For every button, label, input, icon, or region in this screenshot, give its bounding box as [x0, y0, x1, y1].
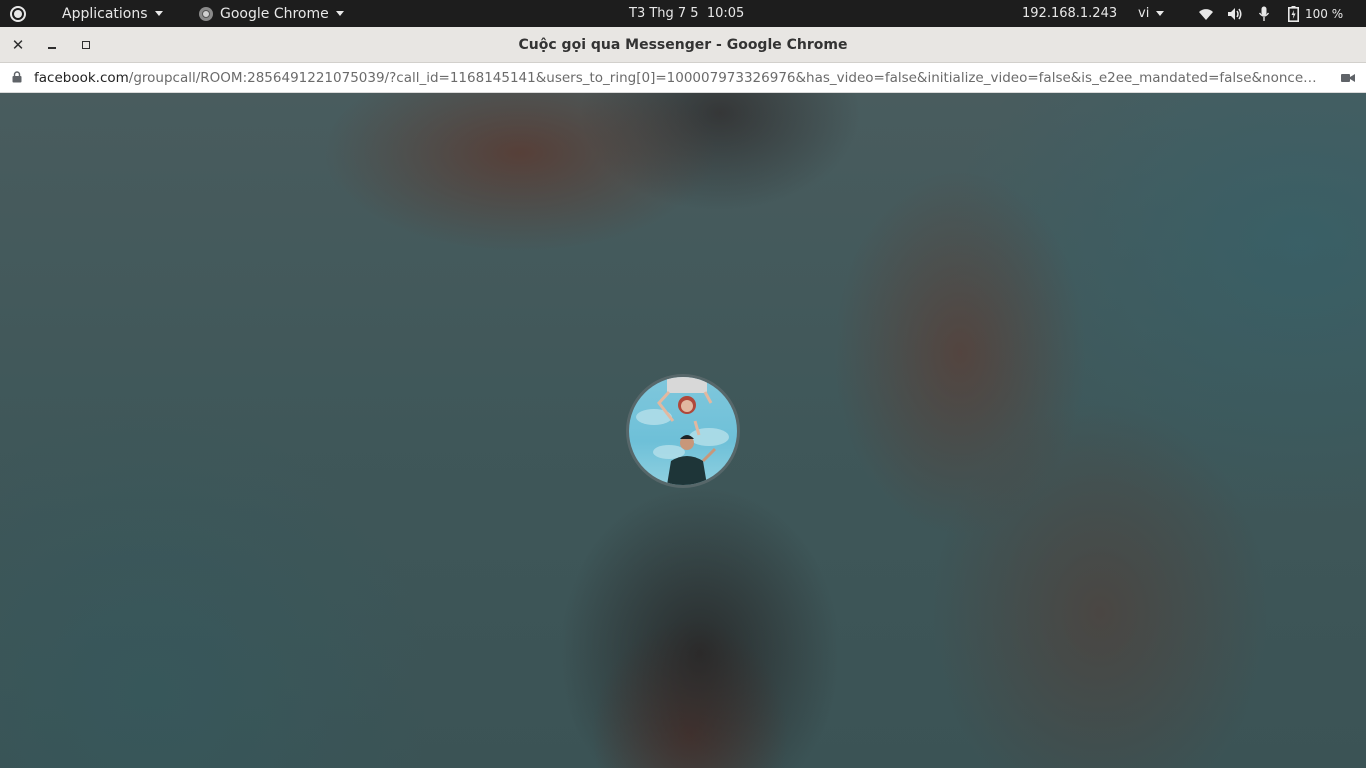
close-icon[interactable]: ✕: [4, 27, 32, 63]
battery-percent: 100 %: [1305, 6, 1344, 21]
active-app-menu[interactable]: Google Chrome: [199, 0, 344, 27]
ip-address-label: 192.168.1.243: [1022, 6, 1118, 21]
address-bar[interactable]: facebook.com/groupcall/ROOM:285649122107…: [0, 63, 1366, 93]
window-titlebar[interactable]: ✕ Cuộc gọi qua Messenger - Google Chrome: [0, 27, 1366, 63]
lock-icon[interactable]: [12, 71, 22, 83]
chrome-icon: [199, 6, 213, 21]
input-language-menu[interactable]: vi: [1138, 0, 1165, 27]
microphone-icon: [1256, 6, 1272, 22]
minimize-icon[interactable]: [38, 27, 66, 63]
chevron-down-icon: [335, 11, 344, 16]
chevron-down-icon: [1156, 11, 1165, 16]
clock-label: T3 Thg 7 5 10:05: [629, 6, 745, 21]
url-field[interactable]: facebook.com/groupcall/ROOM:285649122107…: [34, 63, 1324, 93]
active-app-label: Google Chrome: [220, 5, 329, 22]
applications-menu[interactable]: Applications: [62, 0, 163, 27]
ip-address: 192.168.1.243: [1022, 0, 1117, 27]
applications-menu-label: Applications: [62, 5, 148, 22]
callee-avatar: [629, 377, 737, 485]
url-host: facebook.com: [34, 70, 129, 86]
maximize-icon[interactable]: [72, 27, 100, 63]
callee-avatar-ring: [626, 374, 740, 488]
top-panel: Applications Google Chrome T3 Thg 7 5 10…: [0, 0, 1366, 27]
wifi-icon: [1198, 6, 1214, 22]
chevron-down-icon: [154, 11, 163, 16]
window-title: Cuộc gọi qua Messenger - Google Chrome: [518, 37, 848, 53]
call-video-area: [0, 93, 1366, 768]
battery-icon: [1285, 5, 1301, 22]
camera-icon[interactable]: [1341, 72, 1355, 84]
system-tray[interactable]: 100 %: [1198, 0, 1343, 27]
url-path: /groupcall/ROOM:2856491221075039/?call_i…: [128, 70, 1324, 86]
activities-icon[interactable]: [10, 0, 32, 27]
clock[interactable]: T3 Thg 7 5 10:05: [629, 0, 744, 27]
input-language-label: vi: [1138, 6, 1150, 21]
volume-icon: [1227, 6, 1243, 22]
